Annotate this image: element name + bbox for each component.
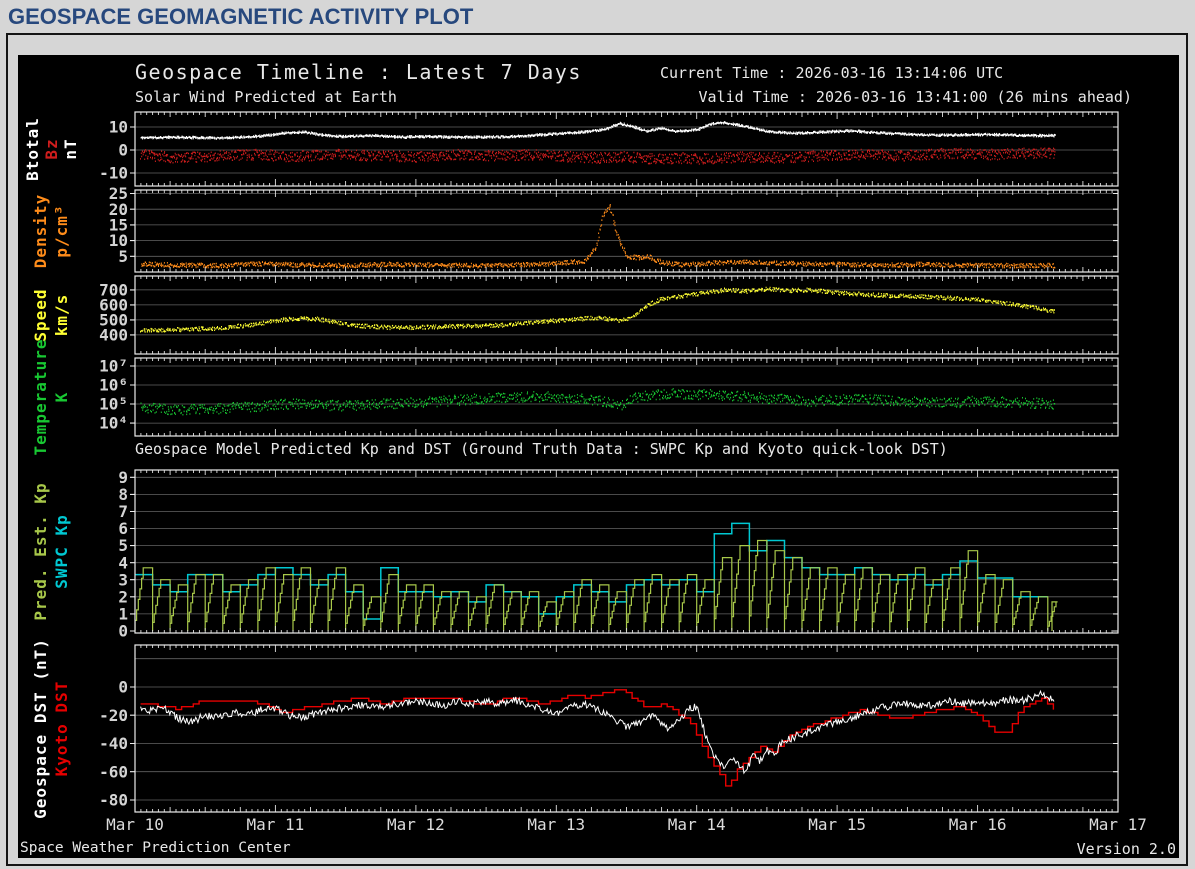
- x-axis-label-2: Mar 12: [387, 815, 445, 834]
- ytick-label-dst: -20: [99, 706, 128, 725]
- x-ticks-speed: [134, 276, 1119, 354]
- page: GEOSPACE GEOMAGNETIC ACTIVITY PLOT 10 0 -1…: [0, 0, 1195, 869]
- series-Geospace DST: [140, 689, 1055, 775]
- x-axis-label-1: Mar 11: [247, 815, 305, 834]
- panel-dst: 0 -20 -40 -60 -80 Geospace DST (nT) Kyoto DST: [31, 638, 1119, 819]
- ytick-label-density: 5: [118, 247, 128, 266]
- ytick-label-dst: 0: [118, 678, 128, 697]
- axis-label-temperature-0: Temperature: [31, 339, 50, 456]
- axis-label-kp-0: Pred. Est. Kp: [31, 482, 50, 620]
- ytick-label-kp: 0: [118, 622, 128, 641]
- frame-density: [134, 189, 1119, 273]
- series-Temperature: [140, 387, 1056, 416]
- frame-temperature: [134, 357, 1119, 437]
- series-Pred. Est. Kp: [135, 539, 1058, 631]
- x-axis-label-4: Mar 14: [668, 815, 726, 834]
- panel-speed: 700600500400Speed km/s: [31, 275, 1119, 355]
- panel-temperature: 10⁷10⁶10⁵10⁴ Temperature K: [31, 339, 1119, 456]
- axis-label-imf-2: nT: [61, 138, 80, 159]
- data-temperature: [140, 387, 1056, 416]
- ytick-label-temperature: 10⁷: [99, 357, 128, 376]
- ytick-label-speed: 400: [99, 326, 128, 345]
- plot-title: Geospace Timeline : Latest 7 Days: [135, 60, 582, 84]
- kp-dst-section-title: Geospace Model Predicted Kp and DST (Gro…: [135, 440, 948, 458]
- x-axis-label-5: Mar 15: [808, 815, 866, 834]
- axis-label-density-0: Density: [31, 194, 50, 268]
- x-axis-label-0: Mar 10: [106, 815, 164, 834]
- panel-imf: 10 0 -10 Btotal Bz nT: [23, 111, 1119, 187]
- ytick-label-imf: 0: [118, 141, 128, 160]
- series-Speed: [140, 286, 1055, 333]
- gridlines-speed: [135, 289, 1118, 336]
- y-ticks-temperature: [130, 365, 1118, 424]
- x-axis-label-3: Mar 13: [527, 815, 585, 834]
- ytick-label-imf: -10: [99, 164, 128, 183]
- axis-label-kp-1: SWPC Kp: [52, 514, 71, 588]
- x-axis-label-7: Mar 17: [1089, 815, 1147, 834]
- data-density: [141, 204, 1056, 269]
- ytick-label-dst: -60: [99, 762, 128, 781]
- panel-kp: 9876543210Pred. Est. Kp SWPC Kp: [31, 468, 1119, 641]
- x-ticks-density: [134, 190, 1119, 272]
- axis-label-dst-0: Geospace DST (nT): [31, 638, 50, 819]
- ytick-label-dst: -40: [99, 734, 128, 753]
- footer-source-label: Space Weather Prediction Center: [20, 840, 291, 856]
- current-time-label: Current Time : 2026-03-16 13:14:06 UTC: [660, 64, 1004, 82]
- footer-version-label: Version 2.0: [1076, 840, 1176, 858]
- valid-time-label: Valid Time : 2026-03-16 13:41:00 (26 min…: [698, 88, 1132, 106]
- y-ticks-speed: [130, 289, 1118, 336]
- axis-label-speed-0: Speed: [31, 288, 50, 341]
- data-kp: [135, 522, 1058, 631]
- series-Bz: [140, 147, 1056, 165]
- axis-label-imf-1: Bz: [42, 138, 61, 159]
- ytick-label-temperature: 10⁵: [99, 395, 128, 414]
- series-Density: [141, 204, 1056, 269]
- gridlines-temperature: [135, 365, 1118, 424]
- plot-canvas: 100-10Btotal Bz nT252015105Density p/cm³700…: [23, 111, 1147, 834]
- axis-label-dst-1: Kyoto DST: [52, 681, 71, 777]
- axis-label-imf-0: Btotal: [23, 117, 42, 181]
- panel-density: 252015105Density p/cm³: [31, 184, 1119, 273]
- ytick-label-temperature: 10⁴: [99, 414, 128, 433]
- data-speed: [140, 286, 1055, 333]
- ytick-label-dst: -80: [99, 791, 128, 810]
- axis-label-density-1: p/cm³: [52, 204, 71, 257]
- ytick-label-imf: 10: [109, 118, 128, 137]
- data-imf: [140, 120, 1056, 165]
- frame-speed: [134, 275, 1119, 355]
- axis-label-speed-1: km/s: [52, 294, 71, 337]
- gridlines-dst: [135, 658, 1118, 801]
- solar-wind-subtitle: Solar Wind Predicted at Earth: [135, 88, 397, 106]
- gridlines-density: [135, 193, 1118, 257]
- x-ticks-temperature: [134, 358, 1119, 436]
- ytick-label-temperature: 10⁶: [99, 376, 128, 395]
- x-axis-label-6: Mar 16: [949, 815, 1007, 834]
- axis-label-temperature-1: K: [52, 392, 71, 403]
